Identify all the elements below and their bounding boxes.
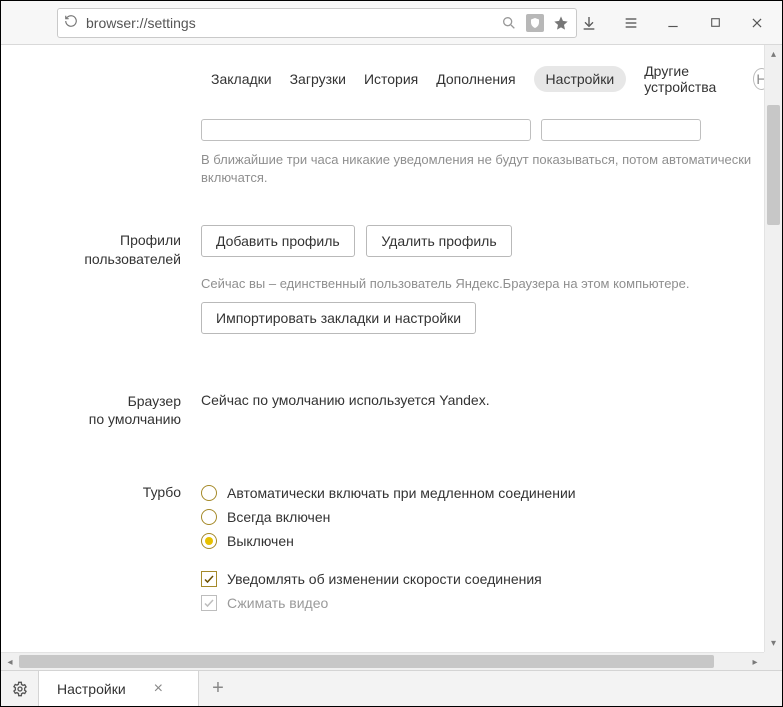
settings-content: Закладки Загрузки История Дополнения Нас… <box>1 45 764 652</box>
minimize-icon[interactable] <box>664 14 682 32</box>
tab-other-devices[interactable]: Другие устройства <box>644 63 735 95</box>
checkbox-icon <box>201 595 217 611</box>
add-profile-button[interactable]: Добавить профиль <box>201 225 355 257</box>
downloads-icon[interactable] <box>580 14 598 32</box>
turbo-radio-off[interactable]: Выключен <box>201 533 752 549</box>
turbo-label: Турбо <box>1 477 201 619</box>
import-bookmarks-button[interactable]: Импортировать закладки и настройки <box>201 302 476 334</box>
scroll-thumb[interactable] <box>767 105 780 225</box>
horizontal-scrollbar[interactable]: ◂ ▸ <box>1 652 764 670</box>
section-turbo: Турбо Автоматически включать при медленн… <box>1 467 764 629</box>
browser-tabbar: Настройки × + <box>1 670 782 706</box>
tab-close-icon[interactable]: × <box>150 680 167 698</box>
turbo-radio-always[interactable]: Всегда включен <box>201 509 752 525</box>
tab-settings[interactable]: Настройки <box>534 66 627 92</box>
tab-downloads[interactable]: Загрузки <box>290 71 346 87</box>
close-icon[interactable] <box>748 14 766 32</box>
notifications-hint: В ближайшие три часа никакие уведомления… <box>201 151 752 187</box>
stub-button[interactable] <box>541 119 701 141</box>
turbo-radio-auto[interactable]: Автоматически включать при медленном сое… <box>201 485 752 501</box>
reload-icon[interactable] <box>64 14 78 31</box>
turbo-check-notify[interactable]: Уведомлять об изменении скорости соедине… <box>201 571 752 587</box>
shield-icon[interactable] <box>526 14 544 32</box>
checkbox-icon <box>201 571 217 587</box>
tab-title: Настройки <box>57 681 126 697</box>
section-notifications: В ближайшие три часа никакие уведомления… <box>1 109 764 197</box>
turbo-check-compress: Сжимать видео <box>201 595 752 611</box>
section-profiles: Профили пользователей Добавить профиль У… <box>1 215 764 351</box>
tab-bookmarks[interactable]: Закладки <box>211 71 272 87</box>
scroll-thumb[interactable] <box>19 655 714 668</box>
new-tab-button[interactable]: + <box>199 671 237 706</box>
settings-tabs: Закладки Загрузки История Дополнения Нас… <box>1 45 764 109</box>
page-tab-settings[interactable]: Настройки × <box>39 671 199 706</box>
radio-icon <box>201 485 217 501</box>
star-icon[interactable] <box>552 14 570 32</box>
search-icon[interactable] <box>500 14 518 32</box>
menu-icon[interactable] <box>622 14 640 32</box>
radio-icon <box>201 509 217 525</box>
default-browser-label: Браузер по умолчанию <box>1 386 201 430</box>
default-browser-text: Сейчас по умолчанию используется Yandex. <box>201 386 752 408</box>
section-default-browser: Браузер по умолчанию Сейчас по умолчанию… <box>1 376 764 440</box>
radio-label: Выключен <box>227 533 294 549</box>
vertical-scrollbar[interactable]: ▴ ▾ <box>764 45 782 652</box>
maximize-icon[interactable] <box>706 14 724 32</box>
viewport: Закладки Загрузки История Дополнения Нас… <box>1 45 782 670</box>
address-bar[interactable] <box>57 8 577 38</box>
gear-icon[interactable] <box>1 671 39 706</box>
scroll-down-icon[interactable]: ▾ <box>765 634 782 652</box>
checkbox-label: Сжимать видео <box>227 595 328 611</box>
radio-label: Всегда включен <box>227 509 330 525</box>
profiles-hint: Сейчас вы – единственный пользователь Ян… <box>201 275 752 293</box>
tab-history[interactable]: История <box>364 71 418 87</box>
profiles-label: Профили пользователей <box>1 225 201 341</box>
window-chrome <box>1 1 782 45</box>
checkbox-label: Уведомлять об изменении скорости соедине… <box>227 571 542 587</box>
url-input[interactable] <box>78 15 500 31</box>
radio-icon <box>201 533 217 549</box>
scroll-corner <box>764 652 782 670</box>
stub-button[interactable] <box>201 119 531 141</box>
help-icon[interactable]: Н <box>753 68 764 90</box>
radio-label: Автоматически включать при медленном сое… <box>227 485 576 501</box>
scroll-right-icon[interactable]: ▸ <box>746 653 764 671</box>
scroll-left-icon[interactable]: ◂ <box>1 653 19 671</box>
delete-profile-button[interactable]: Удалить профиль <box>366 225 511 257</box>
tab-addons[interactable]: Дополнения <box>436 71 515 87</box>
scroll-up-icon[interactable]: ▴ <box>765 45 782 63</box>
